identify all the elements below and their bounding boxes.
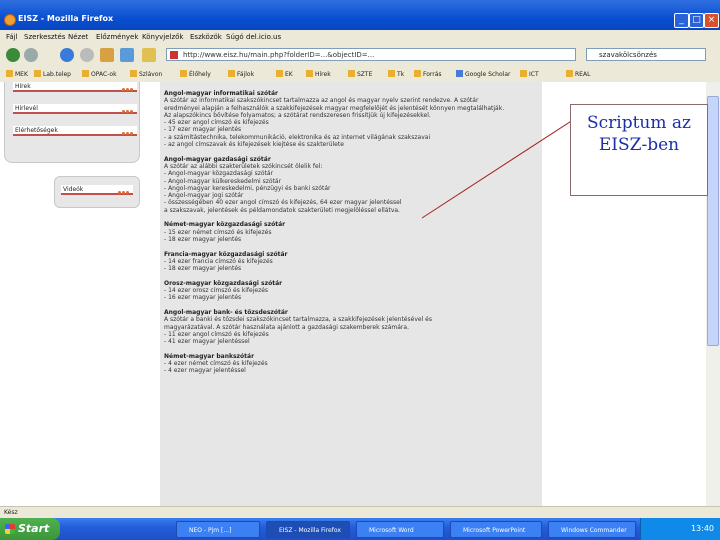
- callout-text: Scriptum az EISZ-ben: [586, 113, 691, 155]
- callout-arrow: [421, 117, 577, 219]
